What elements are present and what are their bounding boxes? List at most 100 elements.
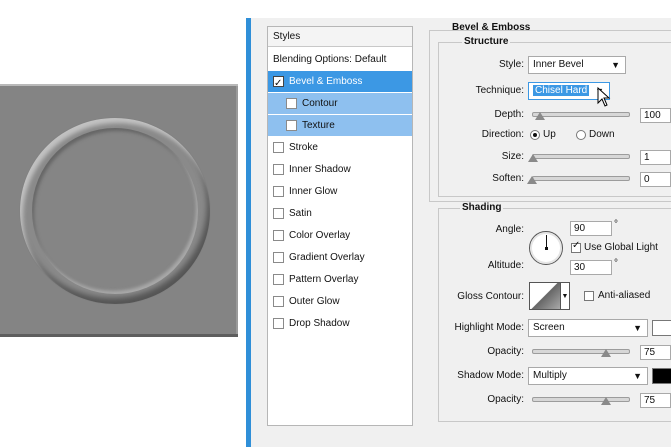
- style-item-checkbox[interactable]: [286, 98, 297, 109]
- highlight-mode-value: Screen: [533, 322, 565, 333]
- highlight-mode-select[interactable]: Screen ▼: [528, 319, 648, 337]
- size-label: Size:: [501, 151, 524, 162]
- style-item-checkbox[interactable]: [273, 252, 284, 263]
- anti-aliased-checkbox[interactable]: [584, 291, 594, 301]
- highlight-opacity-slider[interactable]: [532, 349, 630, 354]
- angle-label: Angle:: [495, 224, 524, 235]
- gloss-contour-thumbnail[interactable]: [529, 282, 561, 310]
- style-item[interactable]: Drop Shadow: [268, 313, 412, 334]
- style-item[interactable]: Pattern Overlay: [268, 269, 412, 290]
- embossed-layer: [0, 84, 238, 337]
- depth-label: Depth:: [494, 109, 524, 120]
- style-item-label: Stroke: [289, 142, 318, 153]
- use-global-light-label: Use Global Light: [584, 242, 658, 253]
- style-item[interactable]: Texture: [268, 115, 412, 136]
- shadow-color-swatch[interactable]: [652, 368, 671, 384]
- style-select[interactable]: Inner Bevel ▼: [528, 56, 626, 74]
- structure-title: Structure: [462, 36, 511, 47]
- size-input[interactable]: 1: [640, 150, 671, 165]
- style-item-checkbox[interactable]: [273, 186, 284, 197]
- embossed-circle: [20, 118, 210, 304]
- altitude-label: Altitude:: [487, 260, 524, 271]
- anti-aliased-label: Anti-aliased: [598, 290, 651, 301]
- chevron-down-icon: ▼: [633, 323, 642, 333]
- altitude-input[interactable]: 30: [570, 260, 612, 275]
- shadow-opacity-slider[interactable]: [532, 397, 630, 402]
- direction-up-label: Up: [543, 129, 556, 140]
- style-item-label: Color Overlay: [289, 230, 351, 241]
- direction-down-radio[interactable]: [576, 130, 586, 140]
- direction-label: Direction:: [481, 129, 524, 140]
- style-item-checkbox[interactable]: [273, 142, 284, 153]
- style-item-label: Texture: [302, 120, 335, 131]
- depth-slider-thumb[interactable]: [534, 112, 545, 120]
- size-slider[interactable]: [532, 154, 630, 159]
- style-item[interactable]: Blending Options: Default: [268, 49, 412, 70]
- shadow-opacity-input[interactable]: 75: [640, 393, 671, 408]
- direction-down-label: Down: [589, 129, 615, 140]
- mouse-pointer-icon: [597, 86, 611, 107]
- canvas-preview: [0, 0, 246, 447]
- style-item-label: Bevel & Emboss: [289, 76, 363, 87]
- depth-slider[interactable]: [532, 112, 630, 117]
- style-item-checkbox[interactable]: [273, 208, 284, 219]
- style-item-checkbox[interactable]: [273, 230, 284, 241]
- style-item-label: Outer Glow: [289, 296, 340, 307]
- dialog-edge: [246, 18, 251, 447]
- style-select-value: Inner Bevel: [533, 59, 584, 70]
- shadow-opacity-label: Opacity:: [487, 394, 524, 405]
- style-item-label: Inner Shadow: [289, 164, 351, 175]
- use-global-light-checkbox[interactable]: [571, 240, 581, 253]
- style-item-label: Gradient Overlay: [289, 252, 365, 263]
- style-item[interactable]: Color Overlay: [268, 225, 412, 246]
- style-item-checkbox[interactable]: [273, 274, 284, 285]
- style-item-label: Contour: [302, 98, 338, 109]
- style-item[interactable]: Outer Glow: [268, 291, 412, 312]
- shadow-mode-select[interactable]: Multiply ▼: [528, 367, 648, 385]
- chevron-down-icon: ▼: [611, 60, 620, 70]
- style-item[interactable]: Inner Shadow: [268, 159, 412, 180]
- altitude-unit: °: [614, 258, 618, 269]
- style-item-checkbox[interactable]: [273, 296, 284, 307]
- style-item-label: Satin: [289, 208, 312, 219]
- soften-input[interactable]: 0: [640, 172, 671, 187]
- highlight-opacity-slider-thumb[interactable]: [600, 349, 611, 357]
- soften-slider-thumb[interactable]: [527, 176, 537, 184]
- technique-label: Technique:: [475, 85, 524, 96]
- highlight-opacity-label: Opacity:: [487, 346, 524, 357]
- shadow-mode-value: Multiply: [533, 370, 567, 381]
- size-slider-thumb[interactable]: [527, 154, 538, 162]
- highlight-mode-label: Highlight Mode:: [454, 322, 524, 333]
- shading-title: Shading: [460, 202, 504, 213]
- technique-select-value: Chisel Hard: [533, 85, 590, 96]
- highlight-opacity-input[interactable]: 75: [640, 345, 671, 360]
- angle-dial[interactable]: [529, 231, 563, 265]
- direction-up-radio[interactable]: [530, 130, 540, 140]
- chevron-down-icon: ▼: [633, 371, 642, 381]
- style-label: Style:: [498, 59, 524, 70]
- shadow-mode-label: Shadow Mode:: [457, 370, 524, 381]
- style-item[interactable]: Inner Glow: [268, 181, 412, 202]
- style-item-checkbox[interactable]: [286, 120, 297, 131]
- soften-label: Soften:: [492, 173, 524, 184]
- angle-center: [545, 247, 548, 250]
- style-item[interactable]: Bevel & Emboss: [268, 71, 412, 94]
- soften-slider[interactable]: [532, 176, 630, 181]
- style-item[interactable]: Satin: [268, 203, 412, 224]
- highlight-color-swatch[interactable]: [652, 320, 671, 336]
- angle-unit: °: [614, 219, 618, 230]
- style-item-label: Pattern Overlay: [289, 274, 359, 285]
- chevron-down-icon[interactable]: ▼: [561, 282, 570, 310]
- style-item-checkbox[interactable]: [273, 73, 284, 94]
- gloss-contour-label: Gloss Contour:: [457, 291, 524, 302]
- style-item[interactable]: Gradient Overlay: [268, 247, 412, 268]
- style-item-checkbox[interactable]: [273, 318, 284, 329]
- style-item-label: Drop Shadow: [289, 318, 350, 329]
- styles-title[interactable]: Styles: [268, 27, 412, 47]
- style-item[interactable]: Stroke: [268, 137, 412, 158]
- style-item-checkbox[interactable]: [273, 164, 284, 175]
- depth-input[interactable]: 100: [640, 108, 671, 123]
- shadow-opacity-slider-thumb[interactable]: [600, 397, 611, 405]
- style-item[interactable]: Contour: [268, 93, 412, 114]
- angle-input[interactable]: 90: [570, 221, 612, 236]
